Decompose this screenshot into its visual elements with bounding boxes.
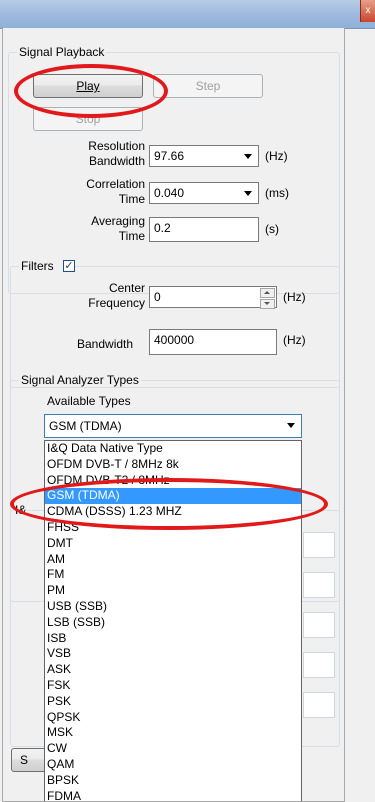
dropdown-item[interactable]: FSK [45,678,301,694]
chevron-down-icon [244,154,252,159]
dropdown-item[interactable]: AM [45,552,301,568]
correlation-time-label: Correlation Time [86,177,145,206]
center-frequency-input[interactable]: 0 [149,286,277,309]
resolution-unit: (Hz) [265,149,288,163]
hidden-row [303,572,335,598]
resolution-bandwidth-select[interactable]: 97.66 [149,145,259,167]
dropdown-item[interactable]: QPSK [45,710,301,726]
window-title-bar: x [0,0,375,29]
signal-playback-title: Signal Playback [17,45,107,59]
averaging-time-label: Averaging Time [91,214,145,243]
dropdown-item[interactable]: LSB (SSB) [45,615,301,631]
available-types-select[interactable]: GSM (TDMA) [44,414,302,438]
bandwidth-input[interactable]: 400000 [149,329,277,355]
spin-up-icon[interactable] [260,288,275,298]
dropdown-item[interactable]: FM [45,567,301,583]
center-frequency-unit: (Hz) [283,290,306,304]
annotation-oval-play [14,64,168,118]
resolution-bandwidth-label: Resolution Bandwidth [88,139,145,168]
hidden-row [303,532,335,558]
dropdown-item[interactable]: QAM [45,757,301,773]
close-icon[interactable]: x [360,0,375,22]
dropdown-item[interactable]: PSK [45,694,301,710]
step-button[interactable]: Step [153,74,263,98]
bandwidth-label: Bandwidth [77,337,134,351]
hidden-row [303,652,335,678]
hidden-row [303,612,335,638]
dropdown-item[interactable]: I&Q Data Native Type [45,441,301,457]
chevron-down-icon [287,423,295,428]
dropdown-item[interactable]: ASK [45,662,301,678]
dropdown-item[interactable]: FDMA [45,789,301,801]
correlation-unit: (ms) [265,186,289,200]
bandwidth-unit: (Hz) [283,333,306,347]
available-types-label: Available Types [47,394,131,408]
chevron-down-icon [244,191,252,196]
dropdown-item[interactable]: USB (SSB) [45,599,301,615]
correlation-time-select[interactable]: 0.040 [149,182,259,204]
annotation-oval-gsm [10,478,328,530]
dropdown-item[interactable]: DMT [45,536,301,552]
dropdown-item[interactable]: OFDM DVB-T / 8MHz 8k [45,457,301,473]
signal-analyzer-types-title: Signal Analyzer Types [19,373,141,387]
dropdown-item[interactable]: BPSK [45,773,301,789]
dropdown-item[interactable]: VSB [45,646,301,662]
bottom-button[interactable]: S [11,748,47,772]
hidden-row [303,692,335,718]
averaging-time-input[interactable]: 0.2 [149,217,259,242]
spinner-arrows[interactable] [260,288,275,309]
dropdown-item[interactable]: CW [45,741,301,757]
dropdown-item[interactable]: ISB [45,631,301,647]
filters-checkbox[interactable]: ✓ [63,260,75,272]
center-frequency-label: Center Frequency [88,281,145,310]
dropdown-item[interactable]: MSK [45,725,301,741]
spin-down-icon[interactable] [260,299,275,309]
averaging-unit: (s) [265,222,279,236]
dropdown-item[interactable]: PM [45,583,301,599]
